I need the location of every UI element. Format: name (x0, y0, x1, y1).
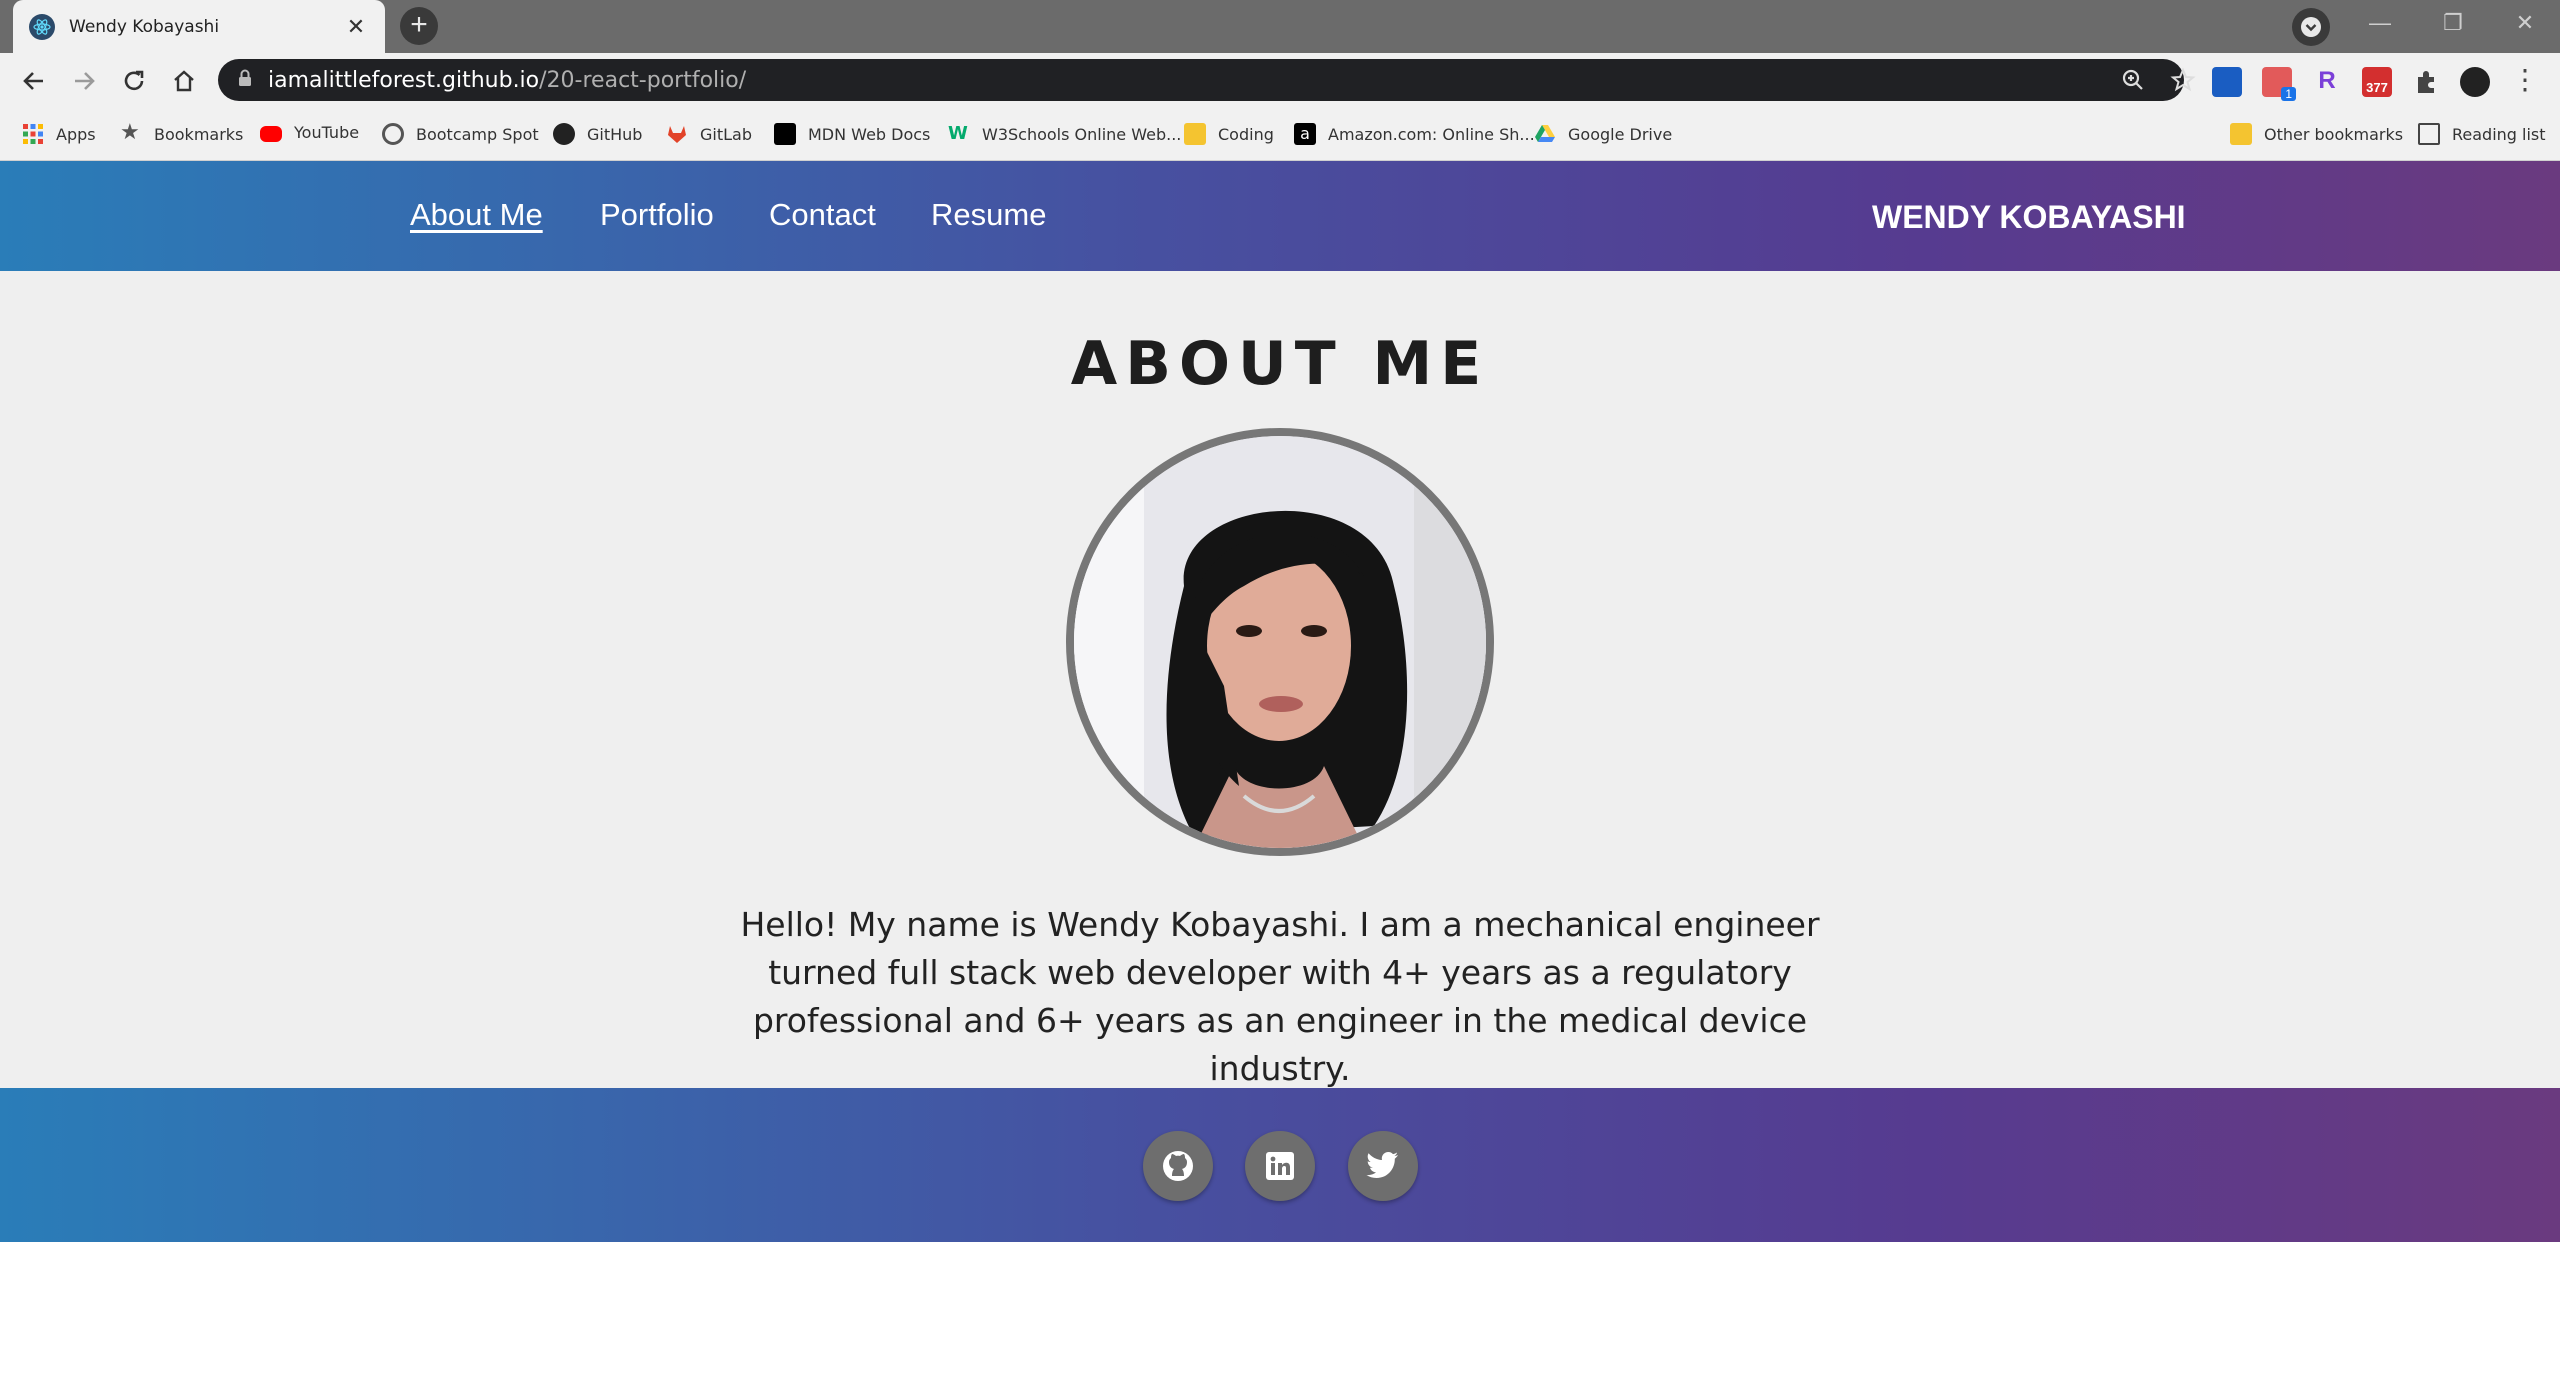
site-footer (0, 1088, 2560, 1242)
more-menu-icon[interactable]: ⋮ (2510, 66, 2540, 97)
bookmark-label: GitHub (587, 124, 643, 144)
bookmark-folder-coding[interactable]: Coding (1184, 123, 1274, 145)
linkedin-link[interactable] (1245, 1131, 1315, 1201)
bookmark-bookmarks[interactable]: ★ Bookmarks (120, 120, 244, 145)
bookmark-w3schools[interactable]: W W3Schools Online Web... (948, 123, 1181, 145)
bookmark-google-drive[interactable]: Google Drive (1534, 123, 1672, 145)
bookmark-github[interactable]: GitHub (553, 123, 642, 145)
extension-badge: 1 (2281, 87, 2296, 101)
site-brand: WENDY KOBAYASHI (1872, 199, 2186, 235)
bookmark-label: YouTube (294, 123, 360, 142)
close-tab-icon[interactable]: ✕ (343, 14, 369, 40)
nav-resume[interactable]: Resume (931, 197, 1046, 233)
home-icon (174, 70, 194, 92)
reading-list-button[interactable]: Reading list (2418, 123, 2546, 145)
reading-list-label: Reading list (2452, 124, 2546, 144)
nav-contact[interactable]: Contact (769, 197, 876, 233)
bookmark-label: Bookmarks (154, 124, 244, 144)
youtube-icon (260, 126, 282, 142)
bookmark-apps[interactable]: Apps (22, 123, 96, 145)
browser-tabstrip: Wendy Kobayashi ✕ + — ❐ ✕ (0, 0, 2560, 53)
about-section: ABOUT ME Hello! My name is Wendy Kobayas… (0, 271, 2560, 1088)
restore-window-button[interactable]: ❐ (2418, 0, 2488, 46)
bookmark-gitlab[interactable]: GitLab (666, 123, 752, 145)
tab-search-button[interactable] (2292, 8, 2330, 46)
bookmark-label: Google Drive (1568, 124, 1673, 144)
google-drive-icon (1534, 123, 1556, 145)
react-icon (29, 13, 55, 40)
tab-title: Wendy Kobayashi (69, 16, 220, 37)
folder-icon (1184, 123, 1206, 145)
page-title: ABOUT ME (1070, 329, 1490, 399)
zoom-icon[interactable] (2120, 67, 2146, 93)
extension-icon[interactable]: 1 (2262, 67, 2296, 101)
twitter-icon (1366, 1152, 1398, 1178)
bookmark-amazon[interactable]: a Amazon.com: Online Sh... (1294, 123, 1535, 145)
apps-grid-icon (22, 123, 44, 145)
nav-about-me[interactable]: About Me (410, 197, 543, 233)
home-button[interactable] (164, 61, 204, 101)
bookmarks-bar: Apps ★ Bookmarks YouTube Bootcamp Spot G… (0, 109, 2560, 161)
bookmark-label: Apps (56, 124, 96, 144)
bookmark-label: Other bookmarks (2264, 124, 2404, 144)
github-icon (1163, 1151, 1193, 1181)
mail-extension-icon[interactable]: 377 (2362, 67, 2392, 97)
chevron-down-icon (2301, 17, 2321, 37)
amazon-icon: a (1294, 123, 1316, 145)
browser-toolbar: iamalittleforest.github.io /20-react-por… (0, 53, 2560, 109)
bookmark-other-bookmarks[interactable]: Other bookmarks (2230, 123, 2403, 145)
minimize-window-button[interactable]: — (2345, 0, 2415, 46)
lock-icon (238, 69, 252, 92)
folder-icon (2230, 123, 2252, 145)
linkedin-icon (1266, 1152, 1294, 1180)
arrow-left-icon (23, 72, 43, 90)
bookmark-label: GitLab (700, 124, 752, 144)
globe-icon (382, 123, 404, 145)
bio-text: Hello! My name is Wendy Kobayashi. I am … (740, 905, 1820, 1088)
bookmark-mdn[interactable]: MDN Web Docs (774, 123, 930, 145)
bookmark-bootcamp-spot[interactable]: Bootcamp Spot (382, 123, 539, 145)
address-bar[interactable]: iamalittleforest.github.io /20-react-por… (218, 59, 2196, 101)
new-tab-button[interactable]: + (400, 7, 438, 45)
reading-list-icon (2418, 123, 2440, 145)
profile-avatar[interactable] (2460, 67, 2490, 97)
twitter-link[interactable] (1348, 1131, 1418, 1201)
url-path: /20-react-portfolio/ (539, 67, 747, 93)
arrow-right-icon (75, 72, 95, 90)
mail-badge: 377 (2366, 80, 2388, 95)
bookmark-star-icon[interactable] (2170, 67, 2196, 93)
bitwarden-extension-icon[interactable] (2212, 67, 2242, 97)
star-icon: ★ (120, 120, 140, 145)
back-button[interactable] (14, 61, 54, 101)
bookmark-youtube[interactable]: YouTube (260, 123, 359, 142)
forward-button[interactable] (64, 61, 104, 101)
reload-button[interactable] (114, 61, 154, 101)
url-host: iamalittleforest.github.io (268, 67, 540, 93)
bookmark-label: MDN Web Docs (808, 124, 931, 144)
gitlab-icon (666, 123, 688, 145)
github-icon (553, 123, 575, 145)
puzzle-icon[interactable] (2412, 67, 2442, 97)
r-extension-icon[interactable]: R (2312, 67, 2342, 97)
profile-photo (1066, 428, 1494, 856)
bookmark-label: Amazon.com: Online Sh... (1328, 124, 1535, 144)
w3schools-icon: W (948, 123, 968, 144)
bookmark-label: W3Schools Online Web... (982, 124, 1182, 144)
nav-portfolio[interactable]: Portfolio (600, 197, 714, 233)
site-header: About Me Portfolio Contact Resume WENDY … (0, 161, 2560, 271)
browser-tab[interactable]: Wendy Kobayashi ✕ (13, 0, 385, 53)
bookmark-label: Bootcamp Spot (416, 124, 539, 144)
reload-icon (124, 70, 144, 91)
bookmark-label: Coding (1218, 124, 1274, 144)
github-link[interactable] (1143, 1131, 1213, 1201)
close-window-button[interactable]: ✕ (2490, 0, 2560, 46)
mdn-icon (774, 123, 796, 145)
